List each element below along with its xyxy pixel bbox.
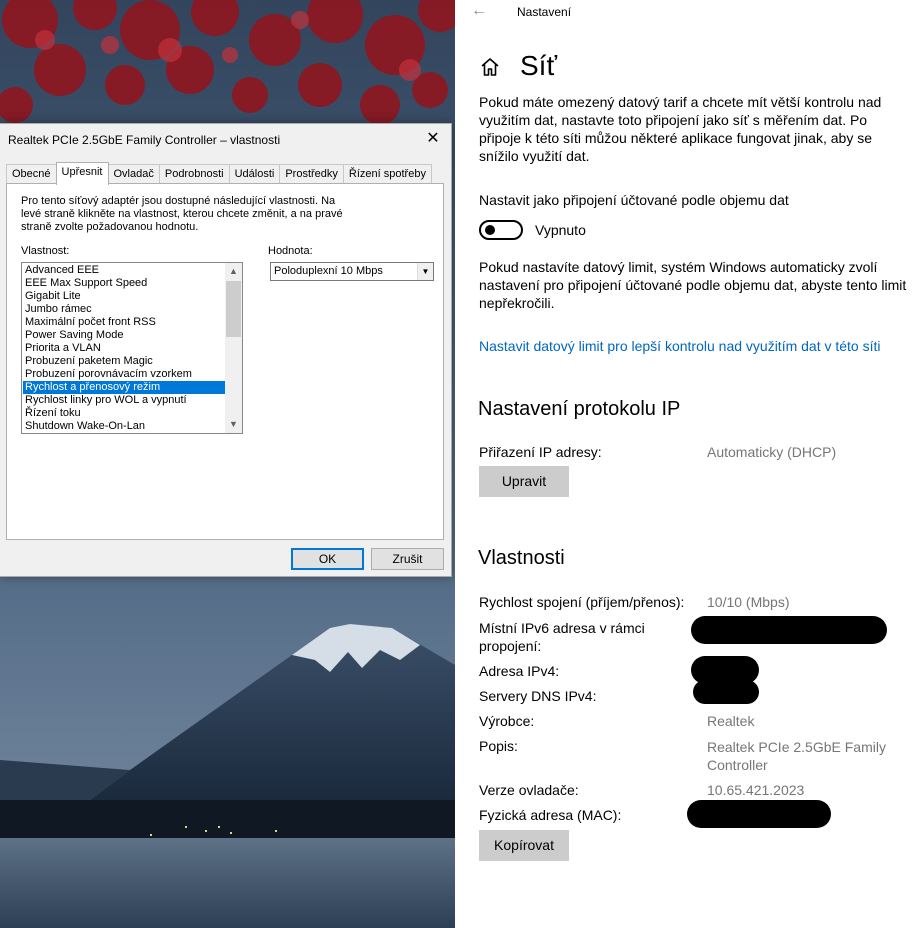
tab-general[interactable]: Obecné [6, 164, 57, 184]
driver-version-label: Verze ovladače: [479, 782, 579, 798]
ip-assignment-value: Automaticky (DHCP) [707, 444, 837, 460]
listbox-scrollbar[interactable]: ▲ ▼ [225, 263, 242, 433]
page-title: Síť [520, 50, 557, 81]
panel-description: Pro tento síťový adaptér jsou dostupné n… [21, 195, 343, 233]
description-label: Popis: [479, 738, 518, 754]
property-label: Vlastnost: [21, 245, 70, 257]
ip-assignment-label: Přiřazení IP adresy: [479, 444, 602, 460]
list-item[interactable]: Gigabit Lite [23, 290, 225, 303]
metered-connection-toggle[interactable] [479, 220, 523, 240]
dropdown-arrow-icon[interactable]: ▼ [417, 263, 433, 280]
dialog-title: Realtek PCIe 2.5GbE Family Controller – … [8, 133, 281, 147]
ip-settings-heading: Nastavení protokolu IP [478, 398, 681, 420]
tab-resources[interactable]: Prostředky [279, 164, 344, 184]
property-list: Advanced EEE EEE Max Support Speed Gigab… [23, 264, 225, 433]
redacted-dns [693, 680, 759, 704]
value-label: Hodnota: [268, 245, 313, 257]
scroll-thumb[interactable] [226, 281, 241, 337]
properties-heading: Vlastnosti [478, 547, 565, 569]
tab-driver[interactable]: Ovladač [107, 164, 160, 184]
list-item[interactable]: EEE Max Support Speed [23, 277, 225, 290]
settings-window: ← Nastavení Síť Pokud máte omezený datov… [455, 0, 913, 928]
home-icon[interactable] [479, 56, 501, 78]
mac-address-label: Fyzická adresa (MAC): [479, 807, 622, 823]
list-item[interactable]: Řízení toku [23, 407, 225, 420]
list-item[interactable]: Shutdown Wake-On-Lan [23, 420, 225, 433]
metered-toggle-label: Nastavit jako připojení účtované podle o… [479, 192, 789, 208]
scroll-up-icon[interactable]: ▲ [225, 263, 242, 280]
driver-version-value: 10.65.421.2023 [707, 782, 805, 798]
app-title: Nastavení [517, 5, 572, 19]
metered-toggle-state: Vypnuto [535, 222, 586, 238]
value-dropdown[interactable]: Poloduplexní 10 Mbps ▼ [270, 262, 434, 281]
data-limit-text: Pokud nastavíte datový limit, systém Win… [479, 259, 907, 311]
ipv6-label: Místní IPv6 adresa v rámci propojení: [479, 620, 645, 654]
tab-events[interactable]: Události [228, 164, 281, 184]
list-item[interactable]: Rychlost linky pro WOL a vypnutí [23, 394, 225, 407]
value-dropdown-text: Poloduplexní 10 Mbps [274, 265, 383, 277]
link-speed-value: 10/10 (Mbps) [707, 594, 790, 610]
list-item[interactable]: Power Saving Mode [23, 329, 225, 342]
manufacturer-value: Realtek [707, 713, 755, 729]
ipv4-label: Adresa IPv4: [479, 663, 560, 679]
adapter-properties-dialog: Realtek PCIe 2.5GbE Family Controller – … [0, 123, 452, 577]
tab-details[interactable]: Podrobnosti [158, 164, 230, 184]
copy-button[interactable]: Kopírovat [479, 830, 569, 861]
dns-label: Servery DNS IPv4: [479, 688, 597, 704]
manufacturer-label: Výrobce: [479, 713, 535, 729]
redacted-ipv6 [691, 616, 887, 644]
dialog-tabs: Obecné Upřesnit Ovladač Podrobnosti Udál… [6, 162, 432, 185]
tab-advanced[interactable]: Upřesnit [55, 162, 109, 185]
redacted-mac [687, 800, 831, 828]
list-item[interactable]: Probuzení porovnávacím vzorkem [23, 368, 225, 381]
close-icon[interactable]: ✕ [421, 128, 445, 150]
list-item[interactable]: Maximální počet front RSS [23, 316, 225, 329]
set-data-limit-link[interactable]: Nastavit datový limit pro lepší kontrolu… [479, 338, 881, 354]
back-arrow-icon[interactable]: ← [471, 2, 487, 20]
list-item-selected[interactable]: Rychlost a přenosový režim [23, 381, 225, 394]
toggle-knob [485, 225, 495, 235]
cancel-button[interactable]: Zrušit [371, 548, 444, 570]
edit-ip-button[interactable]: Upravit [479, 466, 569, 497]
list-item[interactable]: Priorita a VLAN [23, 342, 225, 355]
ok-button[interactable]: OK [291, 548, 364, 570]
advanced-tab-panel: Pro tento síťový adaptér jsou dostupné n… [6, 183, 444, 540]
metered-intro-text: Pokud máte omezený datový tarif a chcete… [479, 94, 882, 164]
link-speed-label: Rychlost spojení (příjem/přenos): [479, 594, 685, 610]
list-item[interactable]: Advanced EEE [23, 264, 225, 277]
scroll-down-icon[interactable]: ▼ [225, 416, 242, 433]
tab-power-management[interactable]: Řízení spotřeby [342, 164, 432, 184]
property-listbox[interactable]: Advanced EEE EEE Max Support Speed Gigab… [21, 262, 243, 434]
description-value: Realtek PCIe 2.5GbE Family Controller [707, 739, 886, 773]
list-item[interactable]: Jumbo rámec [23, 303, 225, 316]
list-item[interactable]: Probuzení paketem Magic [23, 355, 225, 368]
